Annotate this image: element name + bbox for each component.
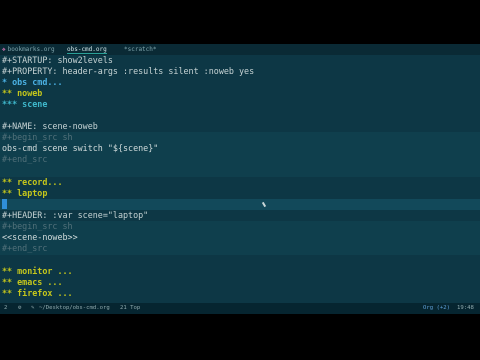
clock: 19:48 — [457, 305, 474, 311]
heading-laptop[interactable]: ** laptop — [2, 188, 47, 199]
tab-bar: ❖ bookmarks.org obs-cmd.org *scratch* — [0, 44, 480, 55]
org-name-keyword: #+NAME: scene-noweb — [2, 121, 98, 131]
editor-buffer[interactable]: #+STARTUP: show2levels #+PROPERTY: heade… — [0, 55, 480, 303]
tab-scratch[interactable]: *scratch* — [124, 44, 157, 55]
current-line-highlight — [0, 199, 480, 210]
file-icon: ✎ — [31, 305, 35, 311]
src-begin-marker: #+begin_src sh — [2, 221, 73, 231]
org-startup-keyword: #+STARTUP: show2levels — [2, 55, 113, 65]
heading-monitor[interactable]: ** monitor ... — [2, 266, 73, 277]
tab-bookmarks[interactable]: ❖ bookmarks.org — [2, 44, 55, 55]
modified-status-icon: ⚙ — [18, 305, 22, 311]
org-unicorn-icon: ❖ — [2, 46, 6, 53]
src-end-marker: #+end_src — [2, 154, 48, 164]
org-property-keyword: #+PROPERTY: header-args :results silent … — [2, 66, 255, 76]
src-begin-marker: #+begin_src sh — [2, 132, 73, 142]
major-mode: Org (+2) — [423, 305, 450, 311]
heading-record[interactable]: ** record... — [2, 177, 63, 188]
tab-label: bookmarks.org — [7, 46, 55, 53]
heading-emacs[interactable]: ** emacs ... — [2, 277, 63, 288]
mode-line: 2 ⚙ ✎ ~/Desktop/obs-cmd.org 21 Top Org (… — [0, 303, 480, 314]
tab-obs-cmd[interactable]: obs-cmd.org — [67, 44, 107, 55]
src-end-marker: #+end_src — [2, 243, 48, 253]
heading-scene[interactable]: *** scene — [2, 99, 47, 110]
window-number: 2 — [4, 305, 8, 311]
cursor-position: 21 Top — [120, 305, 141, 311]
src-code-line: obs-cmd scene switch "${scene}" — [2, 143, 159, 153]
org-header-keyword: #+HEADER: :var scene="laptop" — [2, 210, 149, 220]
tab-label: *scratch* — [124, 46, 157, 53]
heading-firefox[interactable]: ** firefox ... — [2, 288, 73, 299]
buffer-path: ~/Desktop/obs-cmd.org — [39, 305, 110, 311]
emacs-frame: ❖ bookmarks.org obs-cmd.org *scratch* #+S… — [0, 44, 480, 314]
src-code-line: <<scene-noweb>> — [2, 232, 78, 242]
heading-noweb[interactable]: ** noweb — [2, 88, 42, 99]
tab-label: obs-cmd.org — [67, 46, 107, 53]
heading-obs-cmd[interactable]: * obs cmd... — [2, 77, 63, 88]
text-cursor — [2, 199, 7, 209]
